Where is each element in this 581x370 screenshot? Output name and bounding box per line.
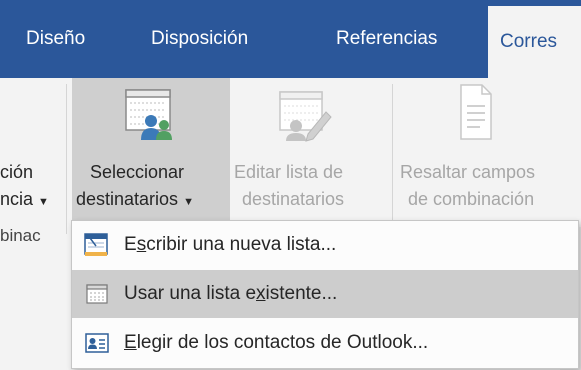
highlight-fields-label-2: de combinación <box>408 189 535 209</box>
menu-item-new-list[interactable]: Escribir una nueva lista... <box>72 221 578 269</box>
menu-item-new-list-label: Escribir una nueva lista... <box>124 221 336 269</box>
edit-list-icon <box>279 91 332 142</box>
highlight-fields-label-1: Resaltar campos <box>400 162 536 182</box>
select-recipients-label-1: Seleccionar <box>90 162 185 182</box>
accelerator-key: E <box>124 332 137 353</box>
select-recipients-menu: Escribir una nueva lista... Usar una lis… <box>71 220 579 369</box>
tab-referencias[interactable]: Referencias <box>336 0 437 78</box>
menu-item-outlook-contacts[interactable]: Elegir de los contactos de Outlook... <box>72 319 578 367</box>
cut-button-line1[interactable]: ción <box>0 162 33 183</box>
ribbon-separator <box>392 84 393 234</box>
document-icon <box>460 84 492 140</box>
menu-item-existing-list-label: Usar una lista existente... <box>124 270 337 318</box>
label-part: cribir una nueva lista... <box>146 234 337 255</box>
select-recipients-icon <box>125 89 172 140</box>
edit-recipient-list-button[interactable]: Editar lista de destinatarios <box>232 78 388 226</box>
chevron-down-icon: ▼ <box>38 196 49 208</box>
select-recipients-label-2: destinatarios ▼ <box>76 189 194 210</box>
highlight-merge-fields-button[interactable]: Resaltar campos de combinación <box>398 78 581 226</box>
new-list-icon <box>84 233 108 256</box>
cut-button-line2-text: ncia <box>0 189 34 209</box>
contact-card-icon <box>85 333 109 353</box>
table-icon <box>86 284 108 304</box>
edit-list-label-1: Editar lista de <box>234 162 344 182</box>
select-recipients-button[interactable]: Seleccionar destinatarios ▼ <box>72 78 230 226</box>
chevron-down-icon: ▼ <box>183 196 194 208</box>
tab-diseno[interactable]: Diseño <box>26 0 85 78</box>
label-part: legir de los contactos de Outlook... <box>136 332 429 353</box>
label-part: istente... <box>265 283 338 304</box>
accelerator-key: x <box>256 283 266 304</box>
accelerator-key: s <box>136 234 147 255</box>
group-label-combinar: binac <box>0 226 41 245</box>
menu-item-existing-list[interactable]: Usar una lista existente... <box>72 270 578 318</box>
edit-list-label-2: destinatarios <box>242 189 345 209</box>
ribbon-tab-bar: Diseño Disposición Referencias Corres <box>0 0 581 78</box>
label-part: Usar una lista e <box>124 283 257 304</box>
select-recipients-label-2-text: destinatarios <box>76 189 179 209</box>
menu-item-outlook-contacts-label: Elegir de los contactos de Outlook... <box>124 319 428 367</box>
tab-correspondencia[interactable]: Corres <box>488 6 581 78</box>
cut-button-line2[interactable]: ncia ▼ <box>0 189 49 210</box>
tab-disposicion[interactable]: Disposición <box>151 0 248 78</box>
label-part: E <box>124 234 137 255</box>
ribbon-separator <box>66 84 67 234</box>
